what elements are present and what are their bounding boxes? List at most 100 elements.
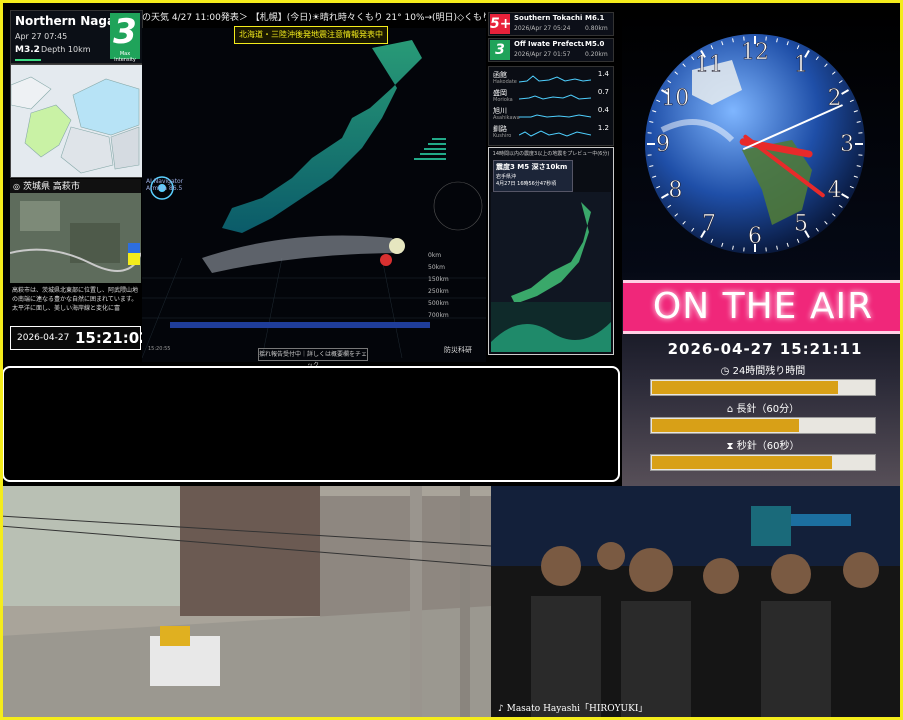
bar-label-minute: ⌂ 長針（60分）: [650, 400, 876, 415]
report-button[interactable]: 揺れ報告受付中｜詳しくは概要欄をチェック: [258, 348, 368, 369]
quake-item-time: 2026/Apr 27 05:24: [514, 25, 571, 32]
left-clock: 2026-04-27 15:21:02: [10, 326, 150, 350]
bar-label-24h-text: 24時間残り時間: [732, 366, 806, 377]
hourglass-icon: ⧗: [726, 441, 737, 452]
clock-number: 10: [661, 86, 689, 111]
clock-number: 8: [668, 178, 682, 203]
station-row: 函館 Hakodate 1.4: [493, 70, 609, 88]
bar-label-24h: ◷ 24時間残り時間: [650, 362, 876, 377]
quake-accent-bar: [15, 59, 41, 61]
shindo-value: 3: [113, 12, 137, 52]
station-row: 釧路 Kushiro 1.2: [493, 124, 609, 142]
prediction-map: [491, 192, 611, 352]
station-value: 1.4: [597, 70, 609, 78]
globe-clock: 12 1234567891011: [645, 34, 865, 254]
location-title-text: 茨城県 高萩市: [22, 182, 80, 192]
left-clock-time: 15:21:02: [75, 329, 150, 347]
clock-number: 11: [695, 52, 723, 77]
quake-list-item[interactable]: 3 Off Iwate Prefectur 2026/Apr 27 01:57 …: [488, 38, 614, 62]
prediction-line1: 震度3 M5 深さ10km: [496, 163, 568, 171]
shindo-badge: 3 Max Intensity: [110, 12, 140, 63]
progress-bar-second: [650, 454, 876, 471]
station-row: 盛岡 Morioka 0.7: [493, 88, 609, 106]
quake-item-badge: 5+: [490, 14, 512, 34]
quake-item-name: Off Iwate Prefectur: [514, 40, 584, 48]
warning-banner: 北海道・三陸沖後発地震注意情報発表中: [234, 26, 388, 44]
prediction-card: 震度3 M5 深さ10km 岩手県沖 4月27日 16時56分47秒頃: [493, 160, 573, 192]
clock-icon: ◷: [720, 366, 733, 377]
on-air-sign: ON THE AIR: [623, 280, 903, 334]
region-map: [10, 64, 143, 178]
satellite-map-image: [10, 193, 141, 283]
laptop-icon: ⌂: [726, 404, 737, 415]
depth-500: 500km: [428, 300, 449, 307]
progress-fill-minute: [652, 419, 799, 432]
bar-label-minute-text: 長針（60分）: [736, 404, 800, 415]
station-waveform: [519, 94, 591, 100]
depth-700: 700km: [428, 312, 449, 319]
quake-region: Northern Naga: [15, 14, 113, 28]
latest-quake-card[interactable]: Northern Naga Apr 27 07:45 M3.2 Depth 10…: [10, 10, 143, 64]
left-clock-date: 2026-04-27: [17, 333, 70, 343]
empty-overlay-panel: [2, 366, 620, 482]
quake-date: Apr 27 07:45: [15, 32, 68, 41]
station-sub: Kushiro: [493, 133, 512, 139]
quake-item-name: Southern Tokachi I: [514, 14, 584, 22]
quake-item-depth: 0.80km: [585, 25, 608, 32]
depth-50: 50km: [428, 264, 445, 271]
satellite-map: [10, 193, 141, 283]
quake-item-mag: M6.1: [585, 14, 605, 22]
progress-bar-24h: [650, 379, 876, 396]
depth-150: 150km: [428, 276, 449, 283]
quake-list-item[interactable]: 5+ Southern Tokachi I 2026/Apr 27 05:24 …: [488, 12, 614, 36]
depth-scale: 0km 50km 150km 250km 500km 700km: [428, 250, 449, 322]
street-camera-feed[interactable]: [0, 486, 491, 720]
station-sub: Asahikawa: [493, 115, 520, 121]
station-value: 1.2: [597, 124, 609, 132]
station-sub: Morioka: [493, 97, 513, 103]
concert-crowd-image: [491, 486, 903, 720]
station-waveform: [519, 130, 591, 137]
bar-label-second-text: 秒針（60秒）: [736, 441, 800, 452]
weather-ticker: の天気 4/27 11:00発表＞ 【札幌】(今日)☀晴れ時々くもり 21° 1…: [142, 13, 486, 23]
center-timestamp: 15:20:55: [148, 346, 171, 352]
station-sub: Hakodate: [493, 79, 517, 85]
bar-label-second: ⧗ 秒針（60秒）: [650, 437, 876, 452]
station-value: 0.4: [597, 106, 609, 114]
quake-depth: Depth 10km: [41, 45, 91, 54]
prediction-line2: 岩手県沖: [496, 174, 517, 180]
prediction-panel[interactable]: 14時間以内の震度3以上の地震をプレビュー中(6分) 震度3 M5 深さ10km…: [488, 147, 614, 355]
clock-number: 4: [828, 178, 842, 203]
depth-250: 250km: [428, 288, 449, 295]
quake-magnitude: M3.2: [15, 45, 40, 55]
station-value: 0.7: [597, 88, 609, 96]
shindo-label: Max Intensity: [114, 51, 136, 63]
clock-number: 9: [656, 132, 670, 157]
camera-icon: ◎: [13, 182, 20, 191]
station-graph-panel: 函館 Hakodate 1.4 盛岡 Morioka 0.7 旭川 Asahik…: [488, 66, 614, 146]
quake-item-time: 2026/Apr 27 01:57: [514, 51, 571, 58]
progress-bar-minute: [650, 417, 876, 434]
clock-number: 3: [840, 132, 854, 157]
ai-nav-line1: AI Navigator: [146, 178, 184, 185]
on-air-datetime: 2026-04-27 15:21:11: [667, 340, 863, 358]
depth-0: 0km: [428, 252, 442, 259]
station-waveform: [519, 75, 591, 83]
location-description: 高萩市は、茨城県北東部に位置し、阿武隈山地の南端に連なる豊かな自然に囲まれていま…: [12, 287, 139, 312]
station-row: 旭川 Asahikawa 0.4: [493, 106, 609, 124]
region-map-shapes: [11, 65, 142, 177]
ai-navigator-label: AI Navigator Armilla 86.5: [146, 178, 183, 192]
prediction-line3: 4月27日 16時56分47秒頃: [496, 181, 557, 187]
location-title: ◎ 茨城県 高萩市: [10, 179, 141, 193]
ai-nav-line2: Armilla 86.5: [146, 185, 183, 192]
street-camera-image: [0, 486, 491, 720]
station-waveform: [519, 114, 591, 118]
progress-fill-second: [652, 456, 832, 469]
progress-fill-24h: [652, 381, 838, 394]
quake-item-badge: 3: [490, 40, 510, 60]
music-video-feed[interactable]: [491, 486, 903, 720]
quake-item-mag: M5.0: [585, 40, 605, 48]
quake-item-depth: 0.20km: [585, 51, 608, 58]
song-caption: ♪ Masato Hayashi「HIROYUKI」: [498, 704, 648, 714]
brand-label: 防災科研: [444, 346, 472, 354]
